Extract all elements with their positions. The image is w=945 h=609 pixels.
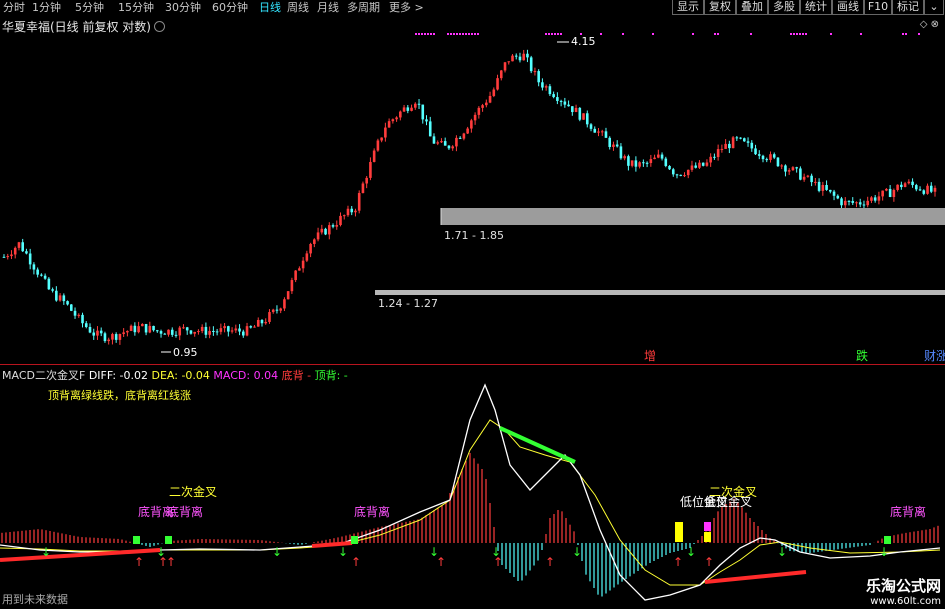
down-arrow-icon: ↓ <box>429 545 439 559</box>
down-arrow-icon: ↓ <box>41 545 51 559</box>
down-arrow-icon: ↓ <box>491 545 501 559</box>
down-arrow-icon: ↓ <box>879 545 889 559</box>
signal-block-3 <box>351 536 358 544</box>
up-arrow-icon: ↑ <box>673 555 683 569</box>
down-arrow-icon: ↓ <box>686 545 696 559</box>
down-arrow-icon: ↓ <box>777 545 787 559</box>
footer-note: 用到未来数据 <box>2 593 68 606</box>
dwjc-label-2: 低位金叉 <box>704 494 752 509</box>
signal-block-4 <box>675 522 683 542</box>
dbl-label-4: 底背离 <box>890 504 926 519</box>
down-arrow-icon: ↓ <box>572 545 582 559</box>
macd-chart: ↑ ↑↑ ↑ ↑ ↑ ↑ ↑ ↑↓ ↓ ↓ ↓ ↓ ↓ ↓ ↓ ↓ ↓ 二次金叉 底背离 底背离 底背离 底背离… <box>0 383 941 601</box>
down-arrow-icon: ↓ <box>272 545 282 559</box>
bottom-divergence-line-3 <box>704 570 807 584</box>
up-arrow-icon: ↑ <box>545 555 555 569</box>
watermark-url: www.60lt.com <box>870 596 941 607</box>
signal-block-2 <box>165 536 172 544</box>
signal-block-7 <box>884 536 891 544</box>
dbl-label-2: 底背离 <box>167 504 203 519</box>
up-arrow-icon: ↑ <box>704 555 714 569</box>
signal-block-5 <box>704 522 711 531</box>
top-divergence-line <box>499 426 576 464</box>
watermark-title: 乐淘公式网 <box>865 577 941 595</box>
watermark: 乐淘公式网 www.60lt.com <box>866 575 941 607</box>
up-arrow-icon: ↑ <box>351 555 361 569</box>
erci-label-1: 二次金叉 <box>169 484 217 499</box>
dbl-label-3: 底背离 <box>354 504 390 519</box>
down-arrow-icon: ↓ <box>156 545 166 559</box>
up-arrow-icon: ↑ <box>134 555 144 569</box>
down-arrow-icon: ↓ <box>338 545 348 559</box>
up-arrow-icon: ↑ <box>166 555 176 569</box>
signal-block-1 <box>133 536 140 544</box>
signal-block-6 <box>704 532 711 542</box>
